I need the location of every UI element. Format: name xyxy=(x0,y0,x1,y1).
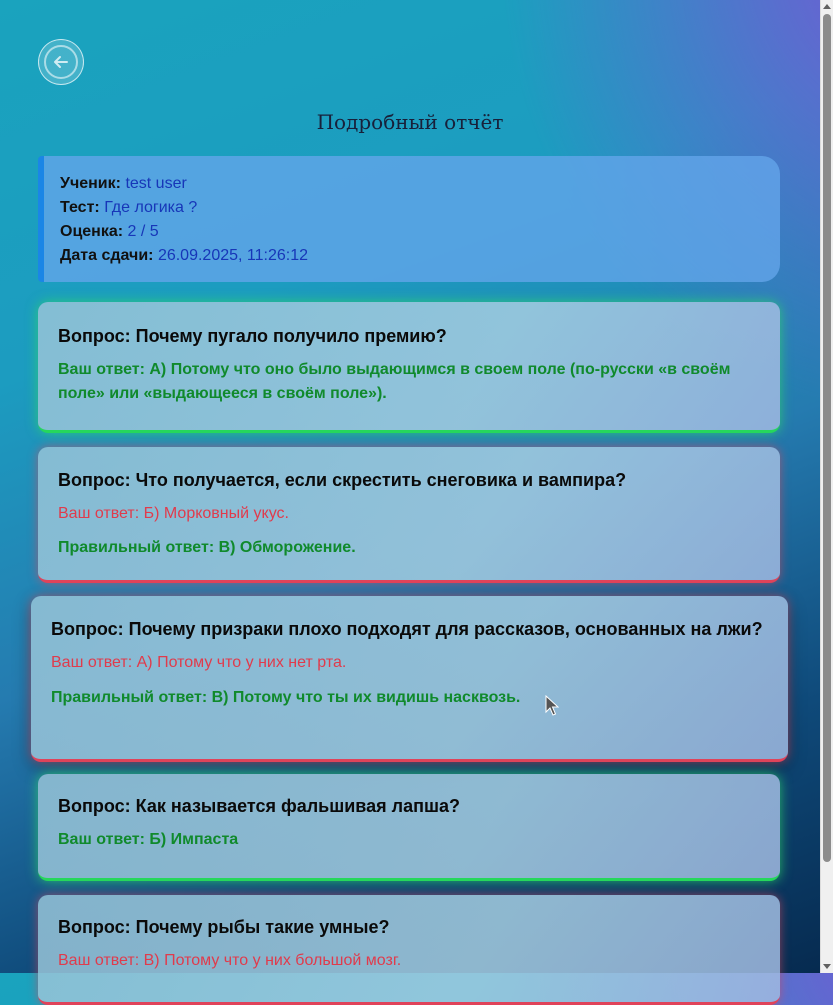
student-value: test user xyxy=(125,175,187,192)
date-value: 26.09.2025, 11:26:12 xyxy=(157,247,308,264)
your-answer: Ваш ответ: Б) Морковный укус. xyxy=(58,505,289,522)
your-answer: Ваш ответ: Б) Импаста xyxy=(58,831,239,848)
question-card: Вопрос: Как называется фальшивая лапша? … xyxy=(38,774,780,881)
question-card: Вопрос: Почему рыбы такие умные? Ваш отв… xyxy=(38,895,780,1005)
arrow-left-circle-icon xyxy=(44,45,78,79)
question-text: Вопрос: Почему рыбы такие умные? xyxy=(58,917,390,937)
mouse-cursor-icon xyxy=(545,694,560,722)
scroll-down-icon[interactable] xyxy=(823,964,831,969)
student-label: Ученик: xyxy=(60,175,121,192)
question-card: Вопрос: Что получается, если скрестить с… xyxy=(38,447,780,583)
scrollbar-thumb[interactable] xyxy=(823,14,831,862)
test-label: Тест: xyxy=(60,199,100,216)
your-answer: Ваш ответ: А) Потому что оно было выдающ… xyxy=(58,361,731,402)
report-info-panel: Ученик: test user Тест: Где логика ? Оце… xyxy=(38,156,780,282)
vertical-scrollbar[interactable] xyxy=(820,0,833,973)
question-text: Вопрос: Что получается, если скрестить с… xyxy=(58,470,627,490)
back-button[interactable] xyxy=(38,39,84,85)
question-card: Вопрос: Почему пугало получило премию? В… xyxy=(38,302,780,433)
correct-answer: Правильный ответ: В) Потому что ты их ви… xyxy=(51,689,521,706)
score-row: Оценка: 2 / 5 xyxy=(60,220,780,244)
question-text: Вопрос: Почему пугало получило премию? xyxy=(58,326,447,346)
score-label: Оценка: xyxy=(60,223,124,240)
your-answer: Ваш ответ: В) Потому что у них большой м… xyxy=(58,952,402,969)
scroll-up-icon[interactable] xyxy=(823,4,831,9)
question-text: Вопрос: Почему призраки плохо подходят д… xyxy=(51,619,763,639)
student-row: Ученик: test user xyxy=(60,172,780,196)
correct-answer: Правильный ответ: В) Обморожение. xyxy=(58,539,356,556)
test-value: Где логика ? xyxy=(104,199,198,216)
question-text: Вопрос: Как называется фальшивая лапша? xyxy=(58,796,460,816)
score-value: 2 / 5 xyxy=(127,223,159,240)
your-answer: Ваш ответ: А) Потому что у них нет рта. xyxy=(51,654,347,671)
page-title: Подробный отчёт xyxy=(316,110,504,134)
test-row: Тест: Где логика ? xyxy=(60,196,780,220)
question-card: Вопрос: Почему призраки плохо подходят д… xyxy=(31,596,788,762)
date-label: Дата сдачи: xyxy=(60,247,154,264)
date-row: Дата сдачи: 26.09.2025, 11:26:12 xyxy=(60,244,780,268)
